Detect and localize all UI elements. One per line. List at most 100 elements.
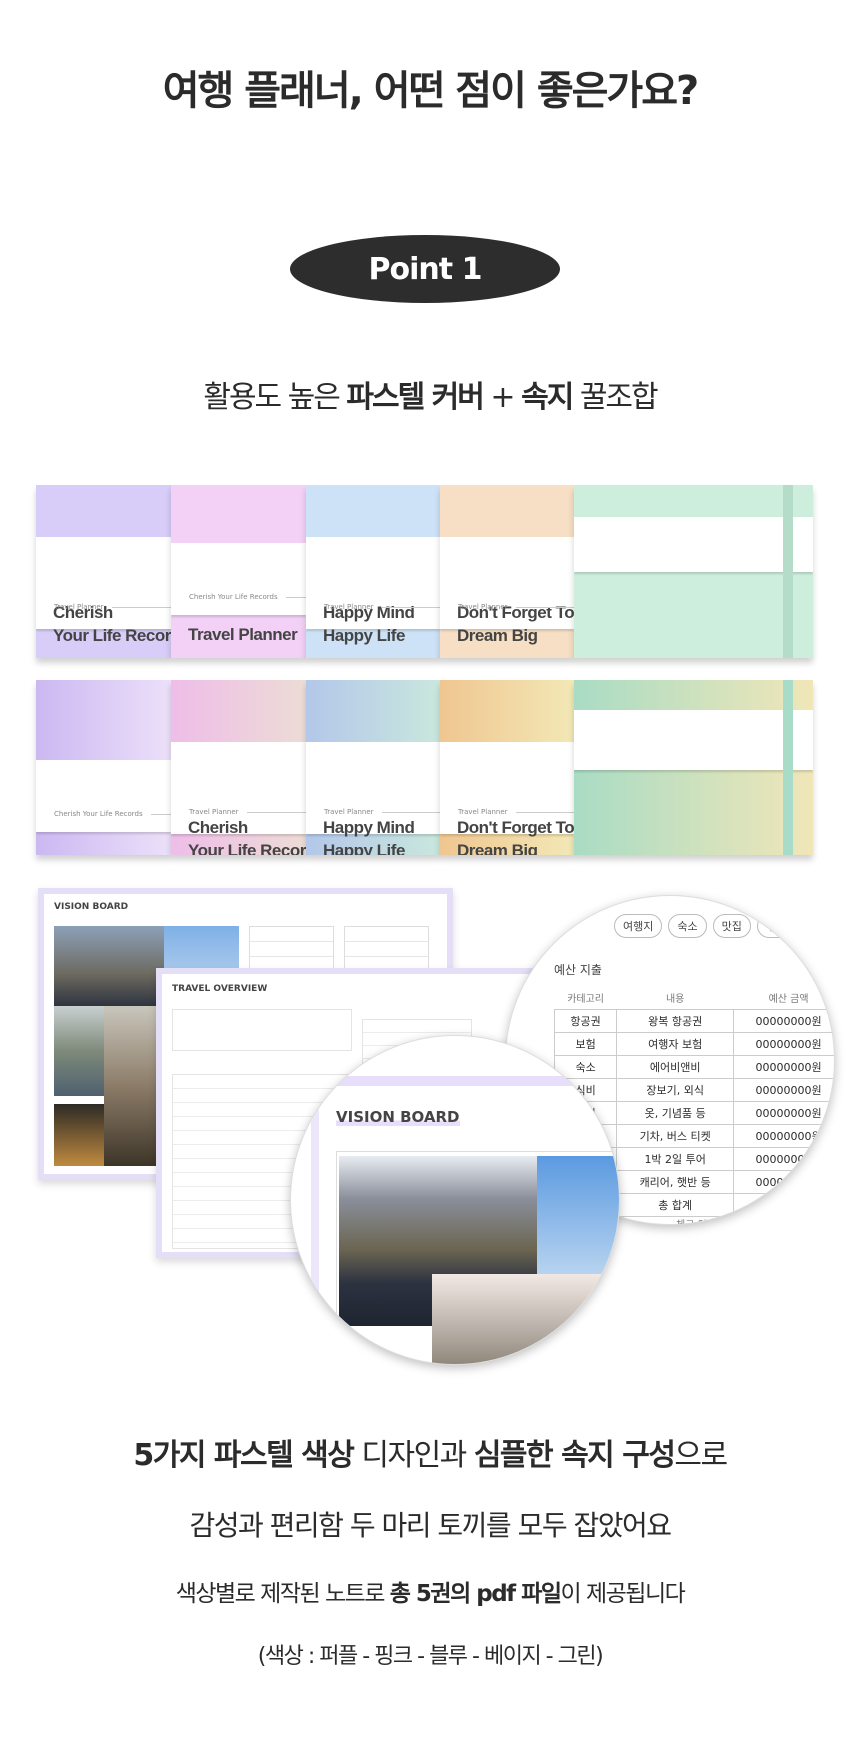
desc-line-2: 감성과 편리함 두 마리 토끼를 모두 잡았어요 (189, 1509, 672, 1542)
budget-total-label: 총 합계 (616, 1193, 735, 1217)
elastic-strap (783, 680, 793, 855)
bridge-photo (54, 1104, 104, 1166)
budget-cell: 00000000원 (733, 1124, 834, 1148)
tab-chip: 주간 계 (756, 914, 809, 938)
desc-bold: 5가지 파스텔 색상 (133, 1438, 354, 1473)
checkin-label: 체크 인 (676, 1216, 707, 1224)
budget-cell: 00000000원 (733, 1147, 834, 1171)
desc-text: 디자인과 (353, 1438, 474, 1473)
subtitle-text: 활용도 높은 (203, 380, 347, 415)
budget-cell: 00000000원 (733, 1032, 834, 1056)
desc-bold: 심플한 속지 구성 (473, 1438, 676, 1473)
vision-board-title: VISION BOARD (336, 1108, 460, 1126)
city-photo (104, 1006, 159, 1166)
header-bar (291, 1076, 619, 1086)
cover-caption: Travel Planner (54, 603, 171, 611)
cliff-photo (54, 1006, 104, 1096)
budget-cell: 에어비앤비 (616, 1055, 735, 1079)
sheet-title: TRAVEL OVERVIEW (172, 984, 268, 994)
cover-title-line: Cherish (188, 818, 248, 837)
photo-frame (336, 1151, 619, 1364)
desc-text: 색상별로 제작된 노트로 (175, 1581, 390, 1607)
cover-label-band: Happy Mind Happy Life Travel Planner (306, 537, 440, 645)
side-bar (311, 1076, 319, 1364)
cover-label-band: Travel Planner Cherish Your Life Records (171, 543, 306, 644)
cover-label-band: Travel PlannerCherish Your Life Records (36, 760, 171, 832)
cover-title-line: Travel Planner (188, 625, 298, 644)
cover-title-line: Happy Life (323, 626, 405, 645)
cover-title-line: Dream Big (457, 626, 538, 645)
planner-cover (574, 485, 813, 658)
budget-cell: 캐리어, 햇반 등 (616, 1170, 735, 1194)
planner-cover: Happy Mind Happy Life Travel Planner (306, 485, 440, 658)
sheet-title: VISION BOARD (54, 902, 129, 912)
subtitle-text: 꿀조합 (572, 380, 659, 415)
trip-info-box (172, 1009, 352, 1051)
cover-title-line: Dream Big (457, 841, 538, 855)
sky-photo (537, 1156, 619, 1276)
budget-cell: 1박 2일 투어 (616, 1147, 735, 1171)
planner-cover: Don't Forget To Dream Big Travel Planner (440, 680, 574, 855)
desc-line-4: (색상 : 퍼플 - 핑크 - 블루 - 베이지 - 그린) (257, 1644, 604, 1669)
budget-cell: 보험 (553, 1032, 618, 1056)
budget-cell: 기차, 버스 티켓 (616, 1124, 735, 1148)
tab-chip: 맛집 (712, 914, 751, 938)
cover-title: Travel Planner (188, 623, 298, 646)
subtitle-bold: 속지 (521, 380, 574, 415)
budget-cell: 여행자 보험 (616, 1032, 735, 1056)
budget-total: 00000000원 (733, 1193, 834, 1217)
desc-line-1: 5가지 파스텔 색상 디자인과 심플한 속지 구성으로 (0, 1430, 860, 1474)
planner-cover: Travel PlannerCherish Your Life Records (36, 680, 171, 855)
col-header: 예산 금액 (768, 994, 809, 1005)
cover-title-line: Don't Forget To (457, 818, 574, 837)
budget-row: 항공권 왕복 항공권 00000000원 (553, 1009, 834, 1033)
budget-cell: 왕복 항공권 (616, 1009, 735, 1033)
planner-cover: Travel Planner Cherish Your Life Records (171, 485, 306, 658)
cover-label-band: Happy Mind Happy Life Travel Planner (306, 742, 440, 855)
budget-row: 보험 여행자 보험 00000000원 (553, 1032, 834, 1056)
cover-label-band: Don't Forget To Dream Big Travel Planner (440, 742, 574, 855)
cover-label-band (574, 517, 813, 572)
vision-board-zoom-circle: VISION BOARD (290, 1035, 620, 1365)
cover-caption: Cherish Your Life Records (54, 810, 171, 818)
section-subtitle: 활용도 높은 파스텔 커버 + 속지 꿀조합 (0, 372, 860, 416)
desc-text: 이 제공됩니다 (560, 1581, 686, 1607)
budget-cell: 00000000원 (733, 1101, 834, 1125)
cover-title: Cherish Your Life Recor (188, 816, 306, 855)
cover-caption: Travel Planner (324, 603, 440, 611)
tab-chip: 여행지 (614, 914, 663, 938)
subtitle-bold: 파스텔 커버 (346, 380, 484, 415)
cover-label-band: Don't Forget To Dream Big Travel Planner (440, 537, 574, 645)
cover-title: Don't Forget To Dream Big (457, 816, 574, 855)
elastic-strap (783, 485, 793, 658)
planner-cover: Cherish Your Life Recor Travel Planner (36, 485, 171, 658)
desc-text: 으로 (674, 1438, 728, 1473)
budget-title: 예산 지출 (554, 963, 602, 977)
cover-label-band: Cherish Your Life Recor Travel Planner (36, 537, 171, 645)
page-title: 여행 플래너, 어떤 점이 좋은가요? (162, 68, 700, 114)
cover-label-band: Cherish Your Life Recor Travel Planner (171, 742, 306, 855)
cover-caption: Travel Planner (189, 808, 306, 816)
cover-caption: Travel Planner (458, 808, 574, 816)
cover-title-line: Your Life Recor (53, 626, 171, 645)
tab-chip: 숙소 (668, 914, 707, 938)
tab-chips: 여행지 숙소 맛집 주간 계 (614, 914, 815, 938)
budget-cell: 옷, 기념품 등 (616, 1101, 735, 1125)
budget-cell: 00000000원 (733, 1009, 834, 1033)
mountain-photo (54, 926, 164, 1006)
cover-caption: Travel Planner (324, 808, 440, 816)
budget-cell: 00000000원 (733, 1170, 834, 1194)
desc-bold: 총 5권의 pdf 파일 (389, 1581, 562, 1607)
cover-title-line: Happy Mind (323, 818, 415, 837)
planner-cover: Don't Forget To Dream Big Travel Planner (440, 485, 574, 658)
cover-caption: Travel Planner (458, 603, 574, 611)
planner-cover (574, 680, 813, 855)
cover-title-line: Happy Life (323, 841, 405, 855)
desc-line-3: 색상별로 제작된 노트로 총 5권의 pdf 파일이 제공됩니다 (0, 1574, 860, 1608)
cover-caption: Cherish Your Life Records (189, 593, 306, 601)
col-header: 내용 (665, 994, 685, 1005)
budget-cell: 00000000원 (733, 1078, 834, 1102)
planner-cover: Cherish Your Life Recor Travel Planner (171, 680, 306, 855)
col-header: 카테고리 (567, 994, 605, 1005)
cover-label-band (574, 710, 813, 770)
